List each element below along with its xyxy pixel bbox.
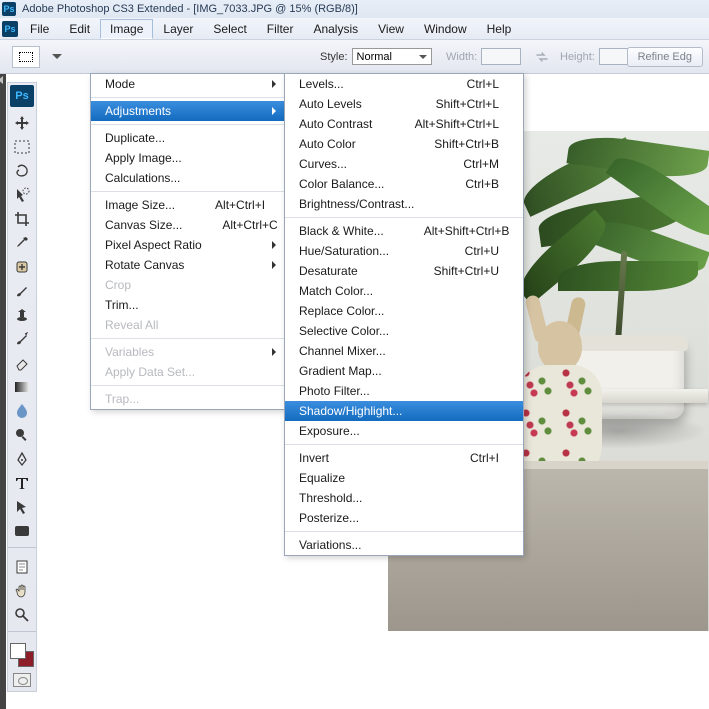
menu-filter[interactable]: Filter (257, 19, 304, 39)
options-bar: Style: Normal Width: Height: Refine Edg (0, 40, 709, 74)
mi-variations[interactable]: Variations... (285, 535, 523, 555)
crop-tool[interactable] (10, 208, 34, 230)
dodge-tool[interactable] (10, 424, 34, 446)
mi-equalize[interactable]: Equalize (285, 468, 523, 488)
mi-shadow-highlight[interactable]: Shadow/Highlight... (285, 401, 523, 421)
pen-tool[interactable] (10, 448, 34, 470)
mi-adjustments[interactable]: Adjustments (91, 101, 284, 121)
marquee-tool[interactable] (10, 136, 34, 158)
menu-help[interactable]: Help (477, 19, 522, 39)
mi-pixel-aspect[interactable]: Pixel Aspect Ratio (91, 235, 284, 255)
mi-auto-levels[interactable]: Auto LevelsShift+Ctrl+L (285, 94, 523, 114)
zoom-tool[interactable] (10, 604, 34, 626)
mi-photo-filter[interactable]: Photo Filter... (285, 381, 523, 401)
style-label: Style: (320, 51, 348, 63)
quick-mask-toggle[interactable] (13, 673, 31, 687)
gradient-tool[interactable] (10, 376, 34, 398)
mi-hue-saturation[interactable]: Hue/Saturation...Ctrl+U (285, 241, 523, 261)
mi-trim[interactable]: Trim... (91, 295, 284, 315)
clone-stamp-tool[interactable] (10, 304, 34, 326)
healing-brush-tool[interactable] (10, 256, 34, 278)
work-area: Ps (0, 74, 709, 709)
hand-tool[interactable] (10, 580, 34, 602)
menu-file[interactable]: File (20, 19, 59, 39)
menu-layer[interactable]: Layer (153, 19, 203, 39)
foreground-color[interactable] (10, 643, 26, 659)
mi-canvas-size[interactable]: Canvas Size...Alt+Ctrl+C (91, 215, 284, 235)
blur-tool[interactable] (10, 400, 34, 422)
mi-reveal-all: Reveal All (91, 315, 284, 335)
app-icon: Ps (2, 2, 16, 16)
mi-invert[interactable]: InvertCtrl+I (285, 448, 523, 468)
move-tool[interactable] (10, 112, 34, 134)
mi-gradient-map[interactable]: Gradient Map... (285, 361, 523, 381)
color-swatches[interactable] (10, 643, 34, 667)
mi-curves[interactable]: Curves...Ctrl+M (285, 154, 523, 174)
mi-channel-mixer[interactable]: Channel Mixer... (285, 341, 523, 361)
menu-select[interactable]: Select (203, 19, 256, 39)
width-label: Width: (446, 51, 477, 63)
app-icon-small[interactable]: Ps (2, 21, 18, 37)
mi-selective-color[interactable]: Selective Color... (285, 321, 523, 341)
toolbox: Ps (7, 82, 37, 692)
mi-desaturate[interactable]: DesaturateShift+Ctrl+U (285, 261, 523, 281)
menu-edit[interactable]: Edit (59, 19, 100, 39)
mi-variables: Variables (91, 342, 284, 362)
notes-tool[interactable] (10, 556, 34, 578)
chevron-down-icon[interactable] (52, 54, 62, 59)
title-bar: Ps Adobe Photoshop CS3 Extended - [IMG_7… (0, 0, 709, 18)
adjustments-menu-panel: Levels...Ctrl+L Auto LevelsShift+Ctrl+L … (284, 73, 524, 556)
style-select[interactable]: Normal (352, 48, 432, 65)
expand-panel-icon[interactable] (0, 76, 3, 84)
lasso-tool[interactable] (10, 160, 34, 182)
mi-exposure[interactable]: Exposure... (285, 421, 523, 441)
mi-black-white[interactable]: Black & White...Alt+Shift+Ctrl+B (285, 221, 523, 241)
mi-duplicate[interactable]: Duplicate... (91, 128, 284, 148)
window-title: Adobe Photoshop CS3 Extended - [IMG_7033… (22, 3, 358, 15)
mi-rotate-canvas[interactable]: Rotate Canvas (91, 255, 284, 275)
history-brush-tool[interactable] (10, 328, 34, 350)
eyedropper-tool[interactable] (10, 232, 34, 254)
brush-tool[interactable] (10, 280, 34, 302)
height-label: Height: (560, 51, 595, 63)
mi-trap: Trap... (91, 389, 284, 409)
mi-replace-color[interactable]: Replace Color... (285, 301, 523, 321)
mi-color-balance[interactable]: Color Balance...Ctrl+B (285, 174, 523, 194)
width-input (481, 48, 521, 65)
mi-auto-color[interactable]: Auto ColorShift+Ctrl+B (285, 134, 523, 154)
path-select-tool[interactable] (10, 496, 34, 518)
toolbox-logo-icon: Ps (10, 85, 34, 107)
menu-bar: Ps File Edit Image Layer Select Filter A… (0, 18, 709, 40)
menu-window[interactable]: Window (414, 19, 477, 39)
image-menu-panel: Mode Adjustments Duplicate... Apply Imag… (90, 73, 285, 410)
mi-calculations[interactable]: Calculations... (91, 168, 284, 188)
panel-strip[interactable] (0, 74, 6, 709)
mi-apply-data-set: Apply Data Set... (91, 362, 284, 382)
tool-preset-picker[interactable] (12, 46, 40, 68)
mi-auto-contrast[interactable]: Auto ContrastAlt+Shift+Ctrl+L (285, 114, 523, 134)
mi-image-size[interactable]: Image Size...Alt+Ctrl+I (91, 195, 284, 215)
swap-dimensions-icon (536, 51, 548, 63)
menu-view[interactable]: View (368, 19, 414, 39)
mi-levels[interactable]: Levels...Ctrl+L (285, 74, 523, 94)
mi-brightness-contrast[interactable]: Brightness/Contrast... (285, 194, 523, 214)
type-tool[interactable] (10, 472, 34, 494)
mi-crop: Crop (91, 275, 284, 295)
refine-edge-button: Refine Edg (627, 47, 703, 67)
shape-tool[interactable] (10, 520, 34, 542)
mi-mode[interactable]: Mode (91, 74, 284, 94)
mi-posterize[interactable]: Posterize... (285, 508, 523, 528)
mi-apply-image[interactable]: Apply Image... (91, 148, 284, 168)
mi-threshold[interactable]: Threshold... (285, 488, 523, 508)
menu-analysis[interactable]: Analysis (303, 19, 368, 39)
menu-image[interactable]: Image (100, 19, 153, 39)
eraser-tool[interactable] (10, 352, 34, 374)
mi-match-color[interactable]: Match Color... (285, 281, 523, 301)
quick-select-tool[interactable] (10, 184, 34, 206)
